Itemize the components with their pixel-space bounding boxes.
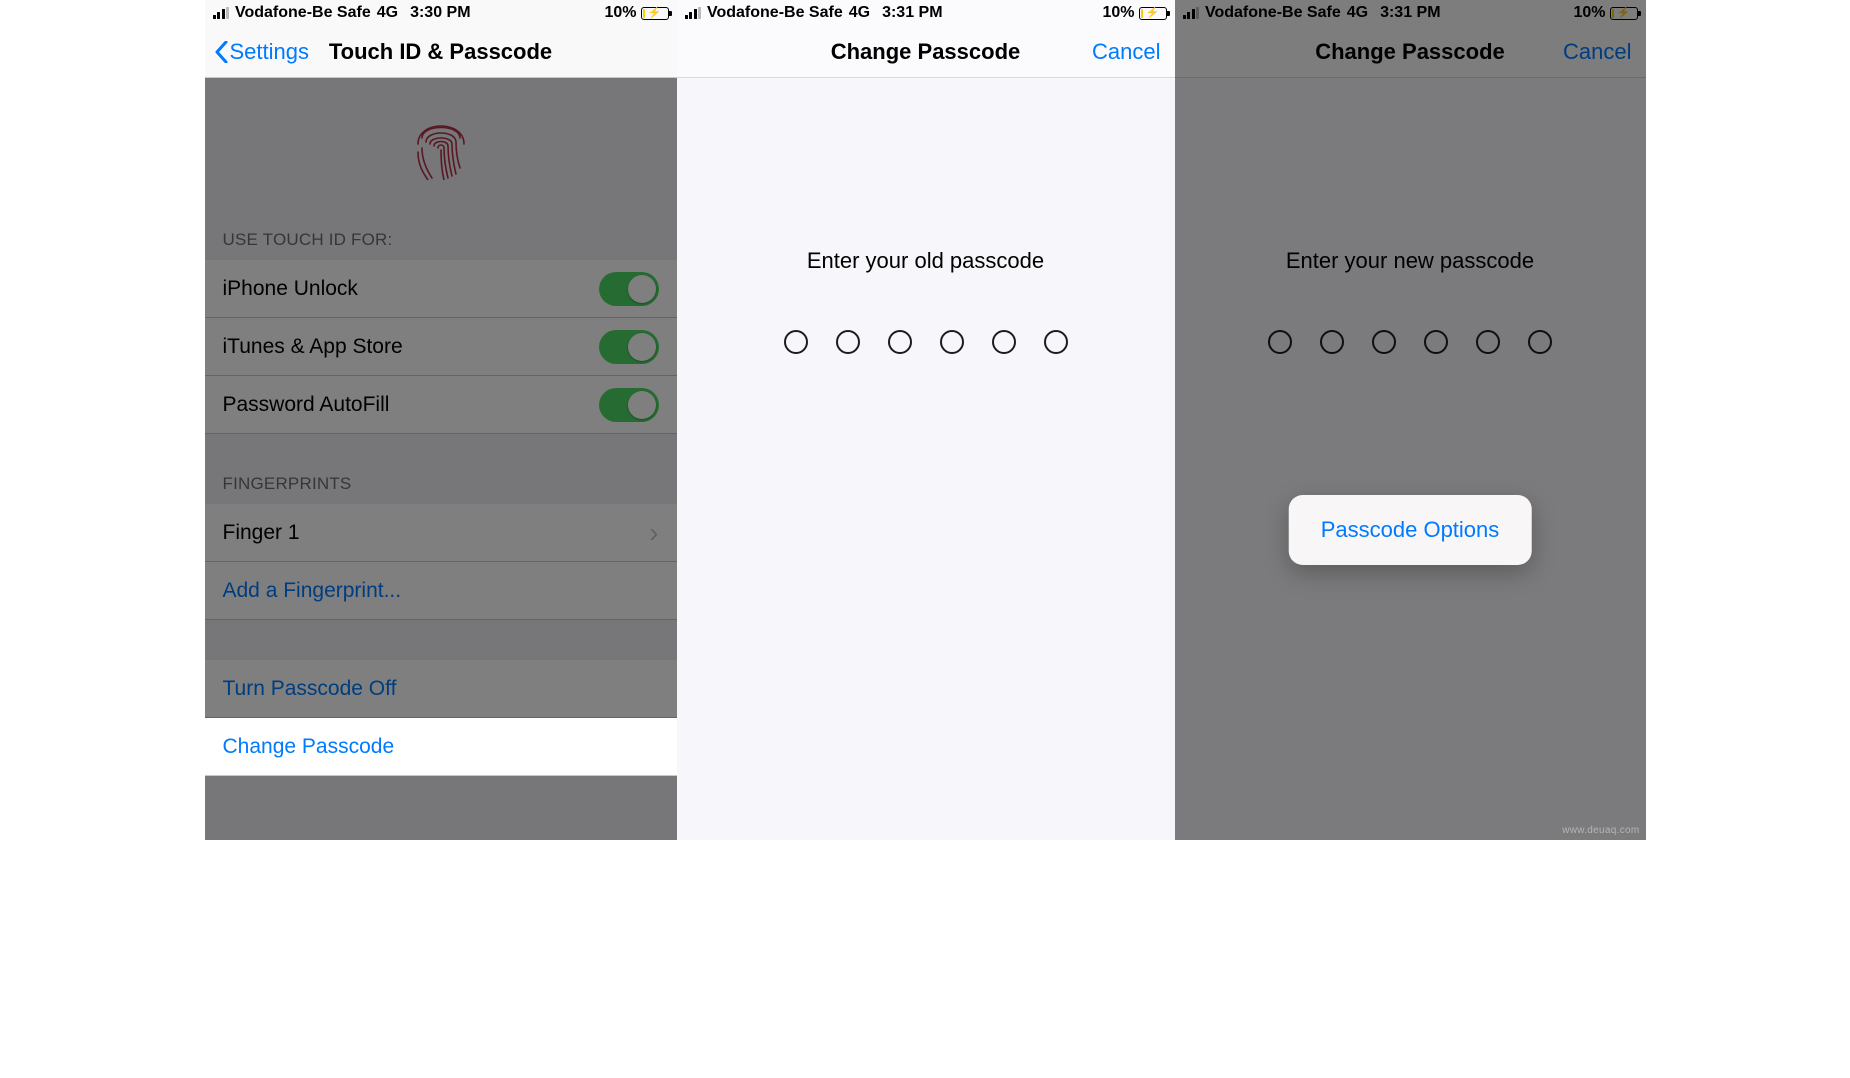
cancel-label: Cancel bbox=[1563, 39, 1631, 65]
passcode-options-button[interactable]: Passcode Options bbox=[1289, 495, 1532, 565]
passcode-dot bbox=[1476, 330, 1500, 354]
status-bar: Vodafone-Be Safe 4G 3:30 PM 10% ⚡ bbox=[205, 0, 677, 26]
panel-touch-id-settings: Vodafone-Be Safe 4G 3:30 PM 10% ⚡ Settin… bbox=[205, 0, 677, 840]
status-bar: Vodafone-Be Safe 4G 3:31 PM 10% ⚡ bbox=[677, 0, 1175, 26]
panel-enter-old-passcode: Vodafone-Be Safe 4G 3:31 PM 10% ⚡ Change… bbox=[677, 0, 1175, 840]
fingerprint-icon bbox=[414, 118, 468, 185]
row-label: Finger 1 bbox=[223, 521, 300, 545]
network-label: 4G bbox=[1347, 4, 1368, 22]
signal-icon bbox=[685, 7, 702, 19]
fingerprint-hero bbox=[205, 78, 677, 224]
section-header-touchid: USE TOUCH ID FOR: bbox=[205, 224, 677, 260]
passcode-dot bbox=[1372, 330, 1396, 354]
battery-icon: ⚡ bbox=[1139, 7, 1167, 20]
battery-pct: 10% bbox=[1102, 4, 1134, 22]
passcode-dots[interactable] bbox=[784, 330, 1068, 354]
row-iphone-unlock[interactable]: iPhone Unlock bbox=[205, 260, 677, 318]
signal-icon bbox=[1183, 7, 1200, 19]
cancel-button[interactable]: Cancel bbox=[1092, 26, 1160, 77]
battery-icon: ⚡ bbox=[1610, 7, 1638, 20]
row-itunes-appstore[interactable]: iTunes & App Store bbox=[205, 318, 677, 376]
page-title: Change Passcode bbox=[1315, 39, 1505, 65]
passcode-prompt: Enter your new passcode bbox=[1286, 248, 1534, 274]
battery-pct: 10% bbox=[1573, 4, 1605, 22]
toggle-iphone-unlock[interactable] bbox=[599, 272, 659, 306]
battery-pct: 10% bbox=[604, 4, 636, 22]
toggle-itunes[interactable] bbox=[599, 330, 659, 364]
passcode-dot bbox=[1268, 330, 1292, 354]
section-header-fingerprints: FINGERPRINTS bbox=[205, 474, 677, 504]
panel-enter-new-passcode: Vodafone-Be Safe 4G 3:31 PM 10% ⚡ Change… bbox=[1175, 0, 1646, 840]
cancel-button[interactable]: Cancel bbox=[1563, 26, 1631, 77]
time-label: 3:30 PM bbox=[410, 4, 470, 22]
carrier-label: Vodafone-Be Safe bbox=[707, 4, 843, 22]
row-password-autofill[interactable]: Password AutoFill bbox=[205, 376, 677, 434]
page-title: Touch ID & Passcode bbox=[329, 39, 552, 65]
passcode-dot bbox=[1424, 330, 1448, 354]
time-label: 3:31 PM bbox=[882, 4, 942, 22]
nav-bar: Change Passcode Cancel bbox=[1175, 26, 1646, 78]
passcode-dot bbox=[992, 330, 1016, 354]
row-label: iTunes & App Store bbox=[223, 335, 403, 359]
carrier-label: Vodafone-Be Safe bbox=[1205, 4, 1341, 22]
passcode-dot bbox=[888, 330, 912, 354]
row-label: iPhone Unlock bbox=[223, 277, 358, 301]
battery-icon: ⚡ bbox=[641, 7, 669, 20]
nav-bar: Change Passcode Cancel bbox=[677, 26, 1175, 78]
passcode-dots[interactable] bbox=[1268, 330, 1552, 354]
row-label: Change Passcode bbox=[223, 735, 395, 759]
chevron-right-icon: › bbox=[649, 517, 658, 549]
back-label: Settings bbox=[230, 39, 310, 65]
network-label: 4G bbox=[849, 4, 870, 22]
row-turn-passcode-off[interactable]: Turn Passcode Off bbox=[205, 660, 677, 718]
page-title: Change Passcode bbox=[831, 39, 1021, 65]
status-bar: Vodafone-Be Safe 4G 3:31 PM 10% ⚡ bbox=[1175, 0, 1646, 26]
passcode-dot bbox=[784, 330, 808, 354]
row-finger-1[interactable]: Finger 1 › bbox=[205, 504, 677, 562]
chevron-back-icon bbox=[215, 41, 228, 63]
carrier-label: Vodafone-Be Safe bbox=[235, 4, 371, 22]
passcode-dot bbox=[1320, 330, 1344, 354]
passcode-dot bbox=[1044, 330, 1068, 354]
passcode-prompt: Enter your old passcode bbox=[807, 248, 1044, 274]
row-label: Add a Fingerprint... bbox=[223, 579, 402, 603]
back-button[interactable]: Settings bbox=[215, 26, 310, 77]
toggle-autofill[interactable] bbox=[599, 388, 659, 422]
watermark: www.deuaq.com bbox=[1562, 825, 1639, 836]
nav-bar: Settings Touch ID & Passcode bbox=[205, 26, 677, 78]
time-label: 3:31 PM bbox=[1380, 4, 1440, 22]
row-label: Turn Passcode Off bbox=[223, 677, 397, 701]
row-add-fingerprint[interactable]: Add a Fingerprint... bbox=[205, 562, 677, 620]
passcode-options-label: Passcode Options bbox=[1321, 517, 1500, 542]
network-label: 4G bbox=[377, 4, 398, 22]
passcode-dot bbox=[940, 330, 964, 354]
cancel-label: Cancel bbox=[1092, 39, 1160, 65]
row-change-passcode[interactable]: Change Passcode bbox=[205, 718, 677, 776]
signal-icon bbox=[213, 7, 230, 19]
row-label: Password AutoFill bbox=[223, 393, 390, 417]
passcode-dot bbox=[836, 330, 860, 354]
passcode-dot bbox=[1528, 330, 1552, 354]
